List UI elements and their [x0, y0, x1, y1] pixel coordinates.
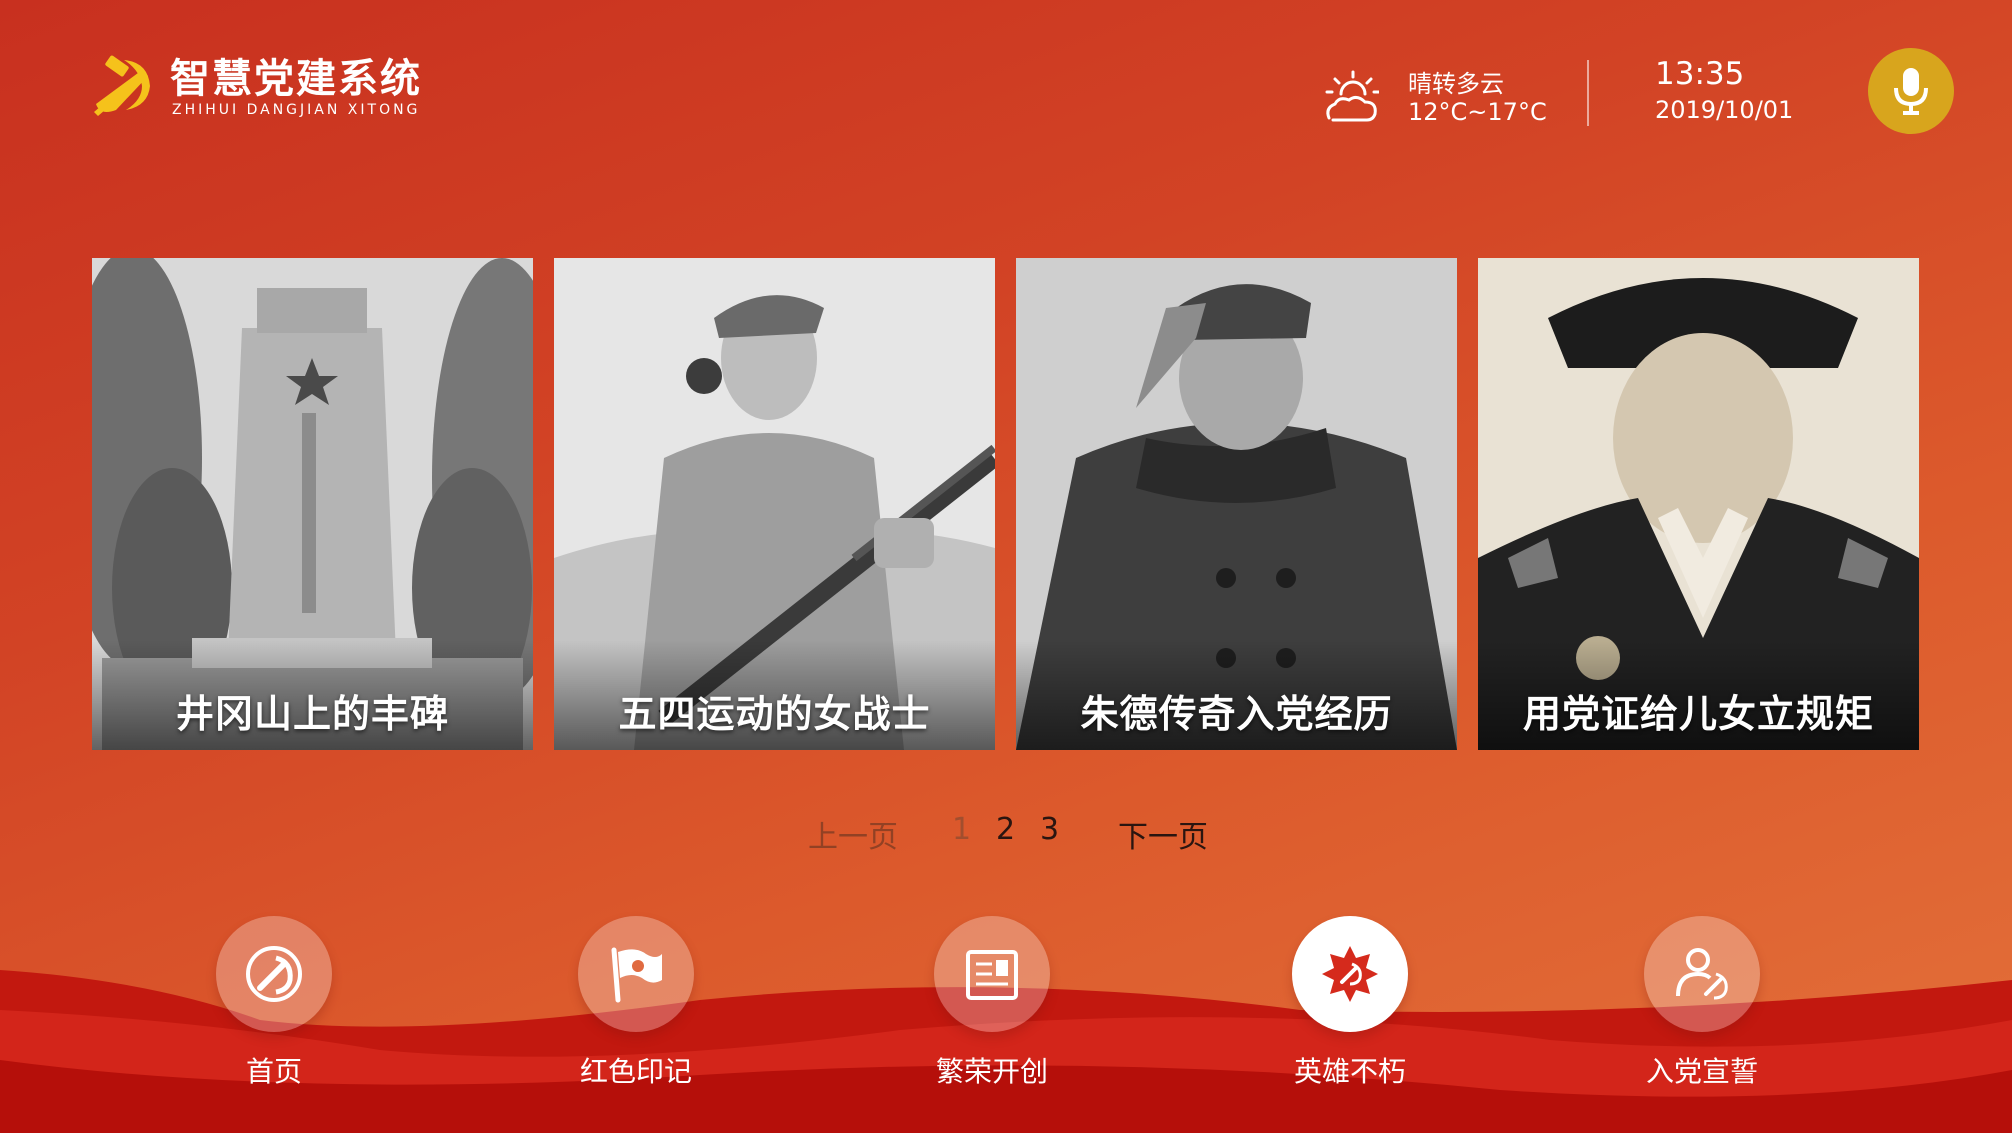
nav-label: 英雄不朽 [1293, 1055, 1406, 1088]
nav-icon-circle [578, 916, 694, 1032]
nav-icon-circle [934, 916, 1050, 1032]
page-number-1[interactable]: 1 [952, 812, 971, 847]
newspaper-icon [966, 950, 1018, 1000]
nav-label: 红色印记 [579, 1055, 692, 1088]
prev-page-button[interactable]: 上一页 [808, 812, 898, 856]
nav-item-immortal-heroes[interactable]: 英雄不朽 [1248, 916, 1428, 1096]
story-card-party-card[interactable]: 用党证给儿女立规矩 [1478, 258, 1919, 750]
member-person-icon [1676, 948, 1728, 1000]
nav-label: 首页 [245, 1055, 302, 1088]
story-card-zhu-de[interactable]: 朱德传奇入党经历 [1016, 258, 1457, 750]
story-card-monument[interactable]: 井冈山上的丰碑 [92, 258, 533, 750]
hammer-sickle-icon [246, 946, 302, 1002]
nav-item-oath[interactable]: 入党宣誓 [1600, 916, 1780, 1096]
weather-condition: 晴转多云 [1408, 70, 1504, 98]
clock-time: 13:35 [1655, 56, 1745, 92]
nav-item-prosperity[interactable]: 繁荣开创 [890, 916, 1070, 1096]
weather-temperature: 12°C~17°C [1408, 98, 1547, 126]
party-flag-icon [611, 947, 662, 1003]
nav-icon-circle [1292, 916, 1408, 1032]
star-badge-icon [1322, 946, 1378, 1002]
story-card-female-soldier[interactable]: 五四运动的女战士 [554, 258, 995, 750]
partly-cloudy-sun-icon [1325, 70, 1379, 122]
nav-item-red-imprint[interactable]: 红色印记 [534, 916, 714, 1096]
app-subtitle: ZHIHUI DANGJIAN XITONG [172, 102, 421, 118]
card-caption: 用党证给儿女立规矩 [1522, 692, 1874, 736]
page-number-3[interactable]: 3 [1040, 812, 1059, 847]
card-caption: 五四运动的女战士 [618, 692, 931, 736]
microphone-icon [1894, 68, 1928, 115]
card-caption: 朱德传奇入党经历 [1080, 692, 1393, 736]
clock-date: 2019/10/01 [1655, 96, 1794, 124]
voice-button[interactable] [1868, 48, 1954, 134]
nav-label: 繁荣开创 [935, 1055, 1048, 1088]
card-caption: 井冈山上的丰碑 [175, 692, 449, 736]
page-number-2[interactable]: 2 [996, 812, 1015, 847]
header-divider [1587, 60, 1589, 126]
nav-label: 入党宣誓 [1645, 1055, 1758, 1088]
nav-icon-circle [216, 916, 332, 1032]
nav-icon-circle [1644, 916, 1760, 1032]
nav-item-home[interactable]: 首页 [172, 916, 352, 1096]
party-emblem-icon [94, 55, 150, 116]
next-page-button[interactable]: 下一页 [1118, 812, 1208, 856]
app-title: 智慧党建系统 [170, 56, 422, 102]
